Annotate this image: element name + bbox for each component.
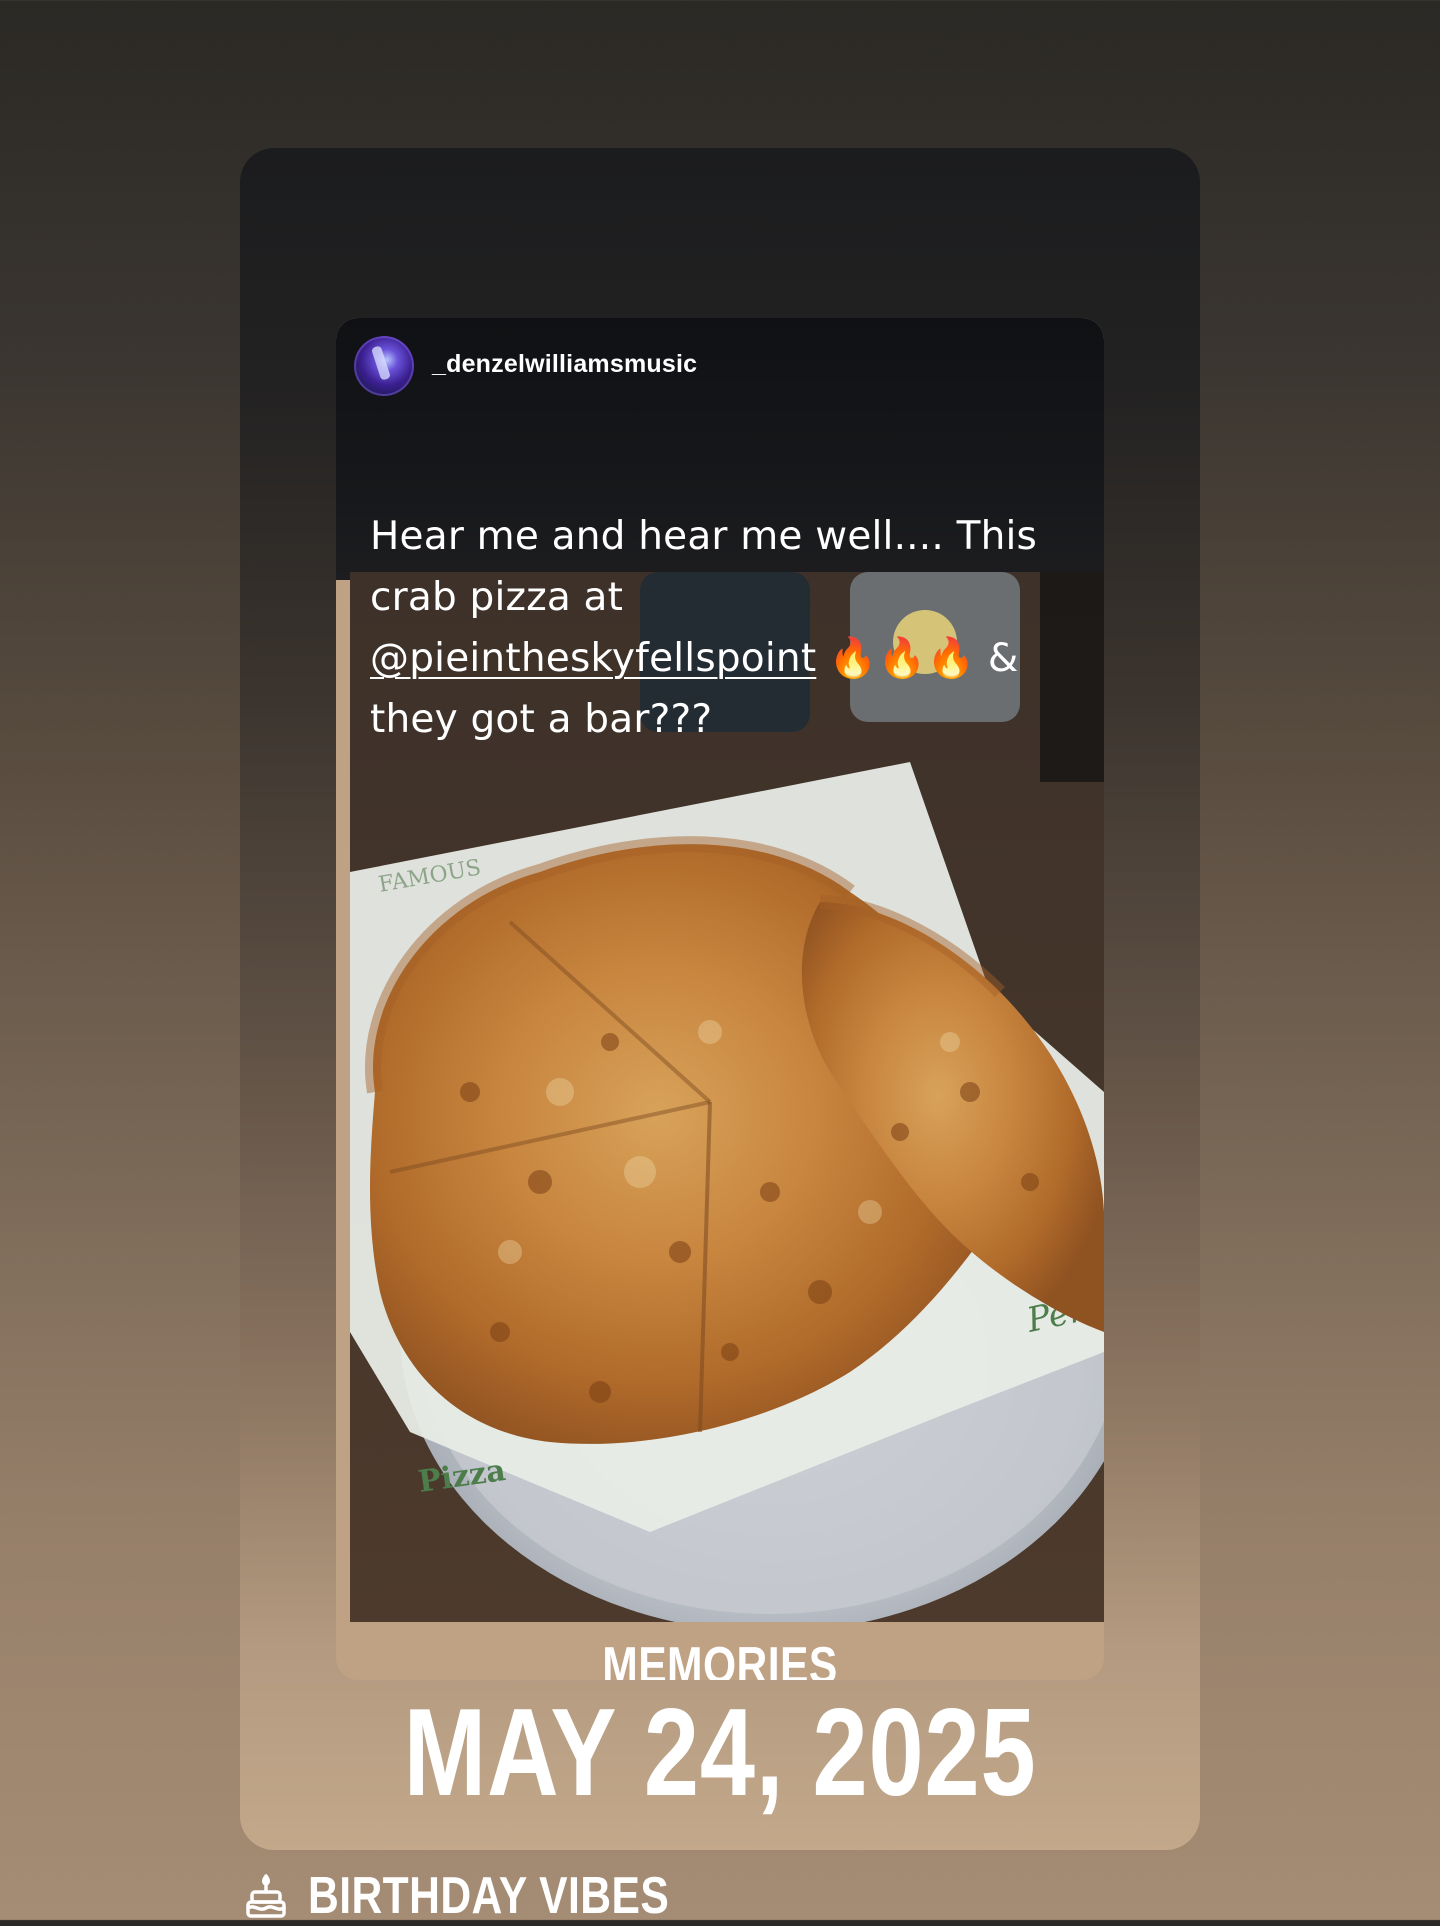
caption-ampersand: & [987,636,1019,681]
avatar[interactable] [354,336,414,396]
highlight-title: BIRTHDAY VIBES [308,1867,670,1925]
mention-link[interactable]: @pieintheskyfellspoint [370,636,816,681]
highlight-label[interactable]: BIRTHDAY VIBES [242,1866,748,1926]
memories-label: MEMORIES [602,1637,838,1680]
story-screen: { "story": { "shared_post": { "username"… [0,0,1440,1925]
fire-emoji-icon: 🔥🔥🔥 [828,636,976,681]
caption-line-2: crab pizza at [370,575,624,620]
caption-line-1: Hear me and hear me well.... This [370,514,1038,559]
shared-post[interactable]: _denzelwilliamsmusic FAMOUS Pizza Hear m… [336,318,1104,1680]
caption-line-4: they got a bar??? [370,697,713,742]
story-card: _denzelwilliamsmusic FAMOUS Pizza Hear m… [240,148,1200,1850]
cake-icon [246,1874,286,1918]
post-caption: Hear me and hear me well.... This crab p… [370,506,1070,750]
memory-date: MAY 24, 2025 [403,1684,1037,1822]
post-username[interactable]: _denzelwilliamsmusic [432,350,697,379]
